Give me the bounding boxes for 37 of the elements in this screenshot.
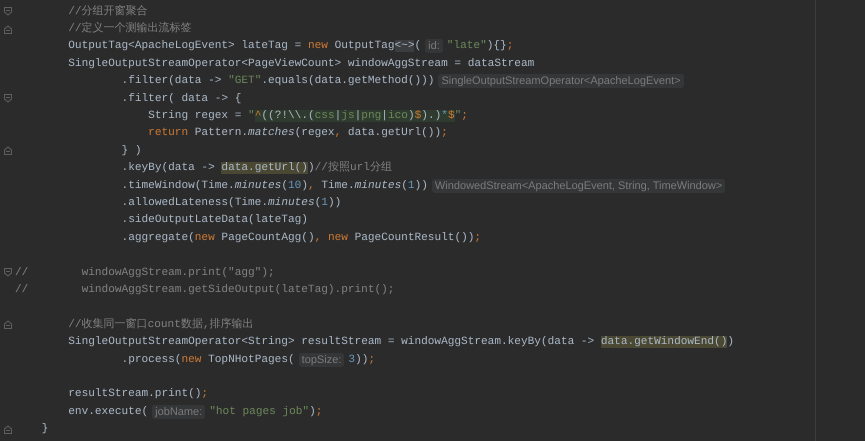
code-line: .aggregate(new PageCountAgg(), new PageCountResult()); [122, 230, 482, 245]
inlay-hint: topSize: [298, 352, 344, 366]
code-line: .allowedLateness(Time.minutes(1)) [122, 196, 342, 210]
code-line: String regex = "^((?!\\.(css|js|png|ico)$).)*$"; [148, 109, 468, 124]
code-line: resultStream.print(); [68, 387, 208, 402]
fold-icon[interactable] [2, 424, 12, 435]
code-line: SingleOutputStreamOperator<PageViewCount> windowAggStream = dataStream [68, 56, 534, 71]
code-line: //定义一个测输出流标签 [68, 22, 192, 36]
inlay-hint: WindowedStream<ApacheLogEvent, String, TimeWindow> [432, 178, 726, 193]
code-line: .filter( data -> { [122, 92, 242, 106]
code-line: return Pattern.matches(regex, data.getUrl()); [148, 126, 448, 140]
inlay-hint: id: [425, 39, 443, 54]
code-line: //分组开窗聚合 [68, 4, 148, 19]
fold-icon[interactable] [2, 267, 12, 278]
code-line: .process(new TopNHotPages( [122, 352, 295, 366]
inlay-hint: SingleOutputStreamOperator<ApacheLogEvent> [438, 74, 684, 88]
code-line: //收集同一窗口count数据,排序输出 [68, 318, 254, 332]
inlay-hint: jobName: [152, 404, 206, 419]
code-line: .filter(data -> "GET".equals(data.getMethod())) [122, 74, 434, 88]
fold-icon[interactable] [2, 319, 12, 330]
fold-icon[interactable] [2, 145, 12, 156]
code-line: // windowAggStream.getSideOutput(lateTag).print(); [15, 282, 394, 297]
code-line: "late"){}; [446, 39, 514, 54]
code-line: .sideOutputLateData(lateTag) [122, 213, 308, 228]
code-line: // windowAggStream.print("agg"); [15, 266, 275, 280]
code-line: SingleOutputStreamOperator<String> resultStream = windowAggStream.keyBy(data -> data.getWindowEnd()) [68, 335, 734, 350]
code-line: } ) [122, 144, 142, 158]
code-line: "hot pages job"); [209, 404, 322, 419]
code-line: .keyBy(data -> data.getUrl())//按照url分组 [122, 161, 392, 176]
code-line: .timeWindow(Time.minutes(10), Time.minutes(1)) [122, 178, 428, 193]
fold-icon[interactable] [2, 24, 12, 35]
code-line: OutputTag<ApacheLogEvent> lateTag = new OutputTag<~>( [68, 39, 422, 54]
code-line: 3)); [348, 352, 376, 366]
fold-icon[interactable] [2, 93, 12, 104]
fold-icon[interactable] [2, 6, 12, 18]
code-line: env.execute( [68, 404, 148, 419]
code-line: } [42, 422, 48, 436]
